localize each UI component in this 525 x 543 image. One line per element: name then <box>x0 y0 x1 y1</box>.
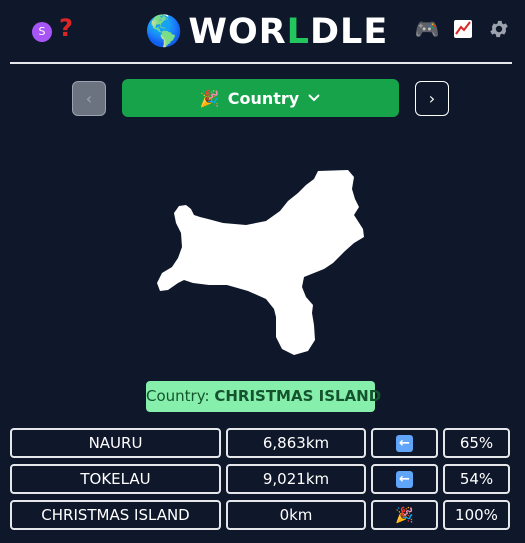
answer-badge: Country: CHRISTMAS ISLAND <box>146 381 381 412</box>
guess-list: NAURU 6,863km ← 65% TOKELAU 9,021km ← 54… <box>10 428 512 536</box>
guess-country: CHRISTMAS ISLAND <box>10 500 221 530</box>
user-avatar[interactable]: S <box>32 22 52 42</box>
guess-country: TOKELAU <box>10 464 221 494</box>
help-icon[interactable]: ? <box>59 14 73 42</box>
guess-row: NAURU 6,863km ← 65% <box>10 428 512 458</box>
globe-icon: 🌎 <box>145 14 183 49</box>
guess-distance: 0km <box>226 500 366 530</box>
guess-row: TOKELAU 9,021km ← 54% <box>10 464 512 494</box>
mode-select-button[interactable]: 🎉 Country <box>122 79 399 117</box>
guess-distance: 6,863km <box>226 428 366 458</box>
guess-direction: ← <box>371 464 438 494</box>
left-arrow-icon: ← <box>396 434 413 452</box>
gear-icon[interactable] <box>486 16 512 42</box>
guess-row: CHRISTMAS ISLAND 0km 🎉 100% <box>10 500 512 530</box>
header-actions: 🎮 <box>414 16 512 42</box>
guess-proximity: 100% <box>443 500 510 530</box>
guess-proximity: 54% <box>443 464 510 494</box>
country-silhouette <box>148 165 373 360</box>
left-arrow-icon: ← <box>396 470 413 488</box>
guess-country: NAURU <box>10 428 221 458</box>
header: S ? 🌎 WORLDLE 🎮 <box>10 0 512 64</box>
guess-proximity: 65% <box>443 428 510 458</box>
mode-navigation: ‹ 🎉 Country › <box>72 79 449 117</box>
party-popper-icon: 🎉 <box>395 506 414 524</box>
mode-label: Country <box>227 88 300 108</box>
party-popper-icon: 🎉 <box>199 88 220 108</box>
gamepad-icon[interactable]: 🎮 <box>414 16 440 42</box>
answer-prefix: Country: <box>146 387 215 405</box>
app-title: 🌎 WORLDLE <box>145 10 389 54</box>
previous-button[interactable]: ‹ <box>72 81 106 116</box>
guess-direction: 🎉 <box>371 500 438 530</box>
title-text: WORLDLE <box>188 12 389 52</box>
stats-icon[interactable] <box>450 16 476 42</box>
next-button[interactable]: › <box>415 81 449 116</box>
chevron-down-icon <box>308 94 320 102</box>
answer-country: CHRISTMAS ISLAND <box>214 387 382 405</box>
guess-direction: ← <box>371 428 438 458</box>
guess-distance: 9,021km <box>226 464 366 494</box>
